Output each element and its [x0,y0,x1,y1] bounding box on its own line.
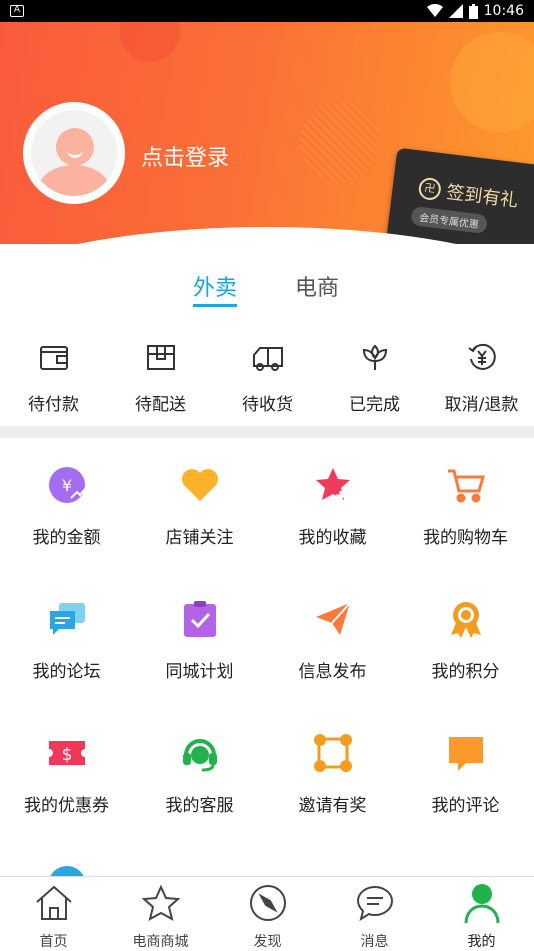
flower-icon [362,344,387,370]
feature-my-favorites[interactable]: 我的收藏 [266,465,399,548]
feature-my-comments[interactable]: 我的评论 [399,733,532,816]
feature-my-points[interactable]: 我的积分 [399,599,532,682]
order-refund[interactable]: 取消/退款 [428,340,534,415]
svg-text:¥: ¥ [61,476,71,495]
heart-icon [181,469,218,501]
battery-icon [468,3,478,19]
coupon-icon: $ [48,741,85,765]
order-completed[interactable]: 已完成 [321,340,428,415]
feature-label: 信息发布 [298,662,367,682]
nav-label: 电商商城 [132,934,189,950]
feature-label: 店铺关注 [165,528,234,548]
svg-text:$: $ [61,745,72,765]
refund-icon [467,343,496,370]
section-divider [0,426,534,438]
paper-plane-icon [315,602,351,635]
order-pending-payment[interactable]: 待付款 [0,340,107,415]
bottom-navigation: 首页 电商商城 发现 消息 我的 [0,876,534,950]
nav-messages[interactable]: 消息 [321,877,428,951]
sign-in-title: 签到有礼 [445,182,520,212]
order-pending-delivery[interactable]: 待配送 [107,340,214,415]
feature-label: 我的积分 [431,662,500,682]
headset-icon [182,739,217,772]
order-tabs: 外卖 电商 [0,270,534,310]
feature-city-plan[interactable]: 同城计划 [133,599,266,682]
order-label: 取消/退款 [444,395,519,415]
tab-ecommerce[interactable]: 电商 [295,270,339,302]
nav-label: 消息 [360,934,389,950]
order-label: 待配送 [135,395,186,415]
box-icon [146,345,175,370]
feature-label: 邀请有奖 [298,796,367,816]
money-icon: ¥ [48,467,86,503]
signal-icon [448,4,463,18]
order-label: 待付款 [28,395,79,415]
star-plus-icon [315,468,350,501]
share-nodes-icon [313,734,352,772]
feature-my-forum[interactable]: 我的论坛 [0,599,133,682]
feature-customer-service[interactable]: 我的客服 [133,733,266,816]
feature-label: 同城计划 [165,662,234,682]
status-time: 10:46 [483,3,524,19]
nav-mall[interactable]: 电商商城 [107,877,214,951]
order-status-row: 待付款 待配送 待收货 已完成 取消/退款 [0,340,534,420]
person-icon [464,884,499,924]
feature-invite-reward[interactable]: 邀请有奖 [266,733,399,816]
feature-label: 我的收藏 [298,528,367,548]
truck-icon [252,347,283,371]
nav-label: 我的 [467,934,496,950]
comment-icon [448,737,483,771]
nav-mine[interactable]: 我的 [428,877,534,951]
wallet-icon [39,346,68,370]
feature-label: 我的客服 [165,796,234,816]
login-link[interactable]: 点击登录 [141,140,229,172]
message-icon [356,885,393,922]
feature-label: 我的评论 [431,796,500,816]
notification-icon: A [10,5,24,17]
sign-in-card[interactable]: 卍签到有礼 会员专属优惠 [383,147,534,244]
home-icon [35,885,72,920]
feature-label: 我的金额 [32,528,101,548]
tab-takeout[interactable]: 外卖 [193,270,238,307]
star-icon [141,884,180,921]
feature-post-info[interactable]: 信息发布 [266,599,399,682]
order-label: 待收货 [242,395,293,415]
feature-label: 我的论坛 [32,662,101,682]
status-bar: A 10:46 [0,0,534,22]
nav-label: 发现 [253,934,282,950]
profile-header: 点击登录 卍签到有礼 会员专属优惠 [0,22,534,244]
order-label: 已完成 [349,395,400,415]
feature-label: 我的优惠券 [24,796,109,816]
chat-icon [49,603,85,635]
feature-store-follow[interactable]: 店铺关注 [133,465,266,548]
feature-label: 我的购物车 [423,528,508,548]
feature-my-coupons[interactable]: $ 我的优惠券 [0,733,133,816]
feature-shopping-cart[interactable]: 我的购物车 [399,465,532,548]
wifi-icon [426,4,443,17]
nav-home[interactable]: 首页 [0,877,107,951]
feature-my-balance[interactable]: ¥ 我的金额 [0,465,133,548]
cart-icon [447,469,485,503]
gift-icon: 卍 [417,176,443,202]
clipboard-check-icon [183,601,216,637]
nav-discover[interactable]: 发现 [214,877,321,951]
order-pending-receipt[interactable]: 待收货 [214,340,321,415]
nav-label: 首页 [39,934,68,950]
compass-icon [249,885,286,921]
avatar[interactable] [23,102,125,204]
medal-icon [450,602,481,638]
sign-in-subtitle: 会员专属优惠 [410,205,489,235]
